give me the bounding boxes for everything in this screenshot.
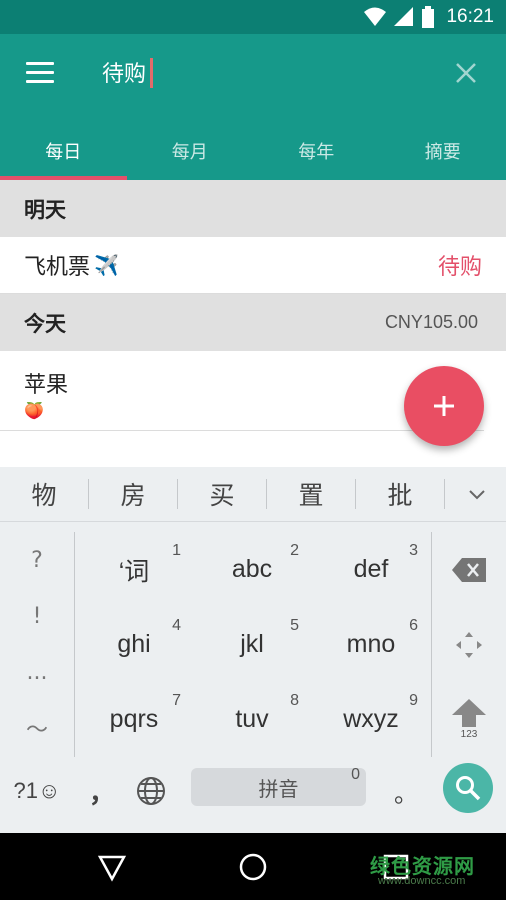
candidate-word[interactable]: 买 — [178, 476, 266, 512]
comma-key[interactable]: ， — [80, 759, 124, 823]
shift-arrow-icon — [452, 699, 486, 727]
key-number: 9 — [409, 692, 418, 709]
candidate-word[interactable]: 房 — [89, 476, 177, 512]
key-number: 8 — [290, 692, 299, 709]
item-name: 飞机票 — [24, 255, 91, 280]
search-icon — [456, 776, 481, 801]
key-number: 2 — [290, 542, 299, 559]
globe-key[interactable] — [126, 759, 176, 823]
section-title: 今天 — [24, 311, 66, 336]
tab-monthly[interactable]: 每月 — [127, 122, 254, 180]
signal-icon — [394, 7, 414, 26]
backspace-key[interactable] — [432, 532, 506, 607]
key-5[interactable]: jkl 5 — [193, 607, 311, 682]
watermark: 绿色资源网 www.downcc.com — [370, 850, 506, 900]
candidate-word[interactable]: 物 — [0, 476, 88, 512]
add-button[interactable] — [404, 366, 484, 446]
key-3[interactable]: def 3 — [312, 532, 430, 607]
key-4[interactable]: ghi 4 — [75, 607, 193, 682]
search-key[interactable] — [443, 763, 493, 813]
key-number: 6 — [409, 617, 418, 634]
space-label: 拼音 — [258, 776, 299, 801]
candidate-word[interactable]: 置 — [267, 476, 355, 512]
key-label: ‘词 — [118, 557, 150, 586]
keyboard-bottom-row: ?1☺ ， 拼音 0 。 — [0, 759, 506, 823]
globe-icon — [137, 777, 165, 805]
symbols-key[interactable]: ?1☺ — [6, 759, 68, 823]
candidate-bar: 物 房 买 置 批 — [0, 467, 506, 522]
key-8[interactable]: tuv 8 — [193, 682, 311, 757]
watermark-url: www.downcc.com — [378, 875, 466, 887]
move-arrows-icon — [456, 631, 482, 658]
key-label: jkl — [240, 630, 264, 658]
key-label: ghi — [117, 630, 151, 658]
item-name: 苹果 — [24, 373, 69, 398]
key-number: 3 — [409, 542, 418, 559]
key-2[interactable]: abc 2 — [193, 532, 311, 607]
search-input[interactable]: 待购 — [102, 56, 146, 88]
tab-bar: 每日 每月 每年 摘要 — [0, 122, 506, 180]
status-bar: 16:21 — [0, 0, 506, 34]
key-number: 5 — [290, 617, 299, 634]
tab-summary[interactable]: 摘要 — [380, 122, 506, 180]
symbol-key[interactable]: ! — [0, 588, 74, 644]
close-icon[interactable] — [454, 61, 478, 85]
status-time: 16:21 — [446, 6, 494, 27]
key-number: 4 — [172, 617, 181, 634]
app-toolbar: 待购 每日 每月 每年 摘要 — [0, 34, 506, 180]
back-icon[interactable] — [96, 851, 128, 883]
key-label: tuv — [235, 705, 269, 733]
home-icon[interactable] — [237, 851, 269, 883]
tab-daily[interactable]: 每日 — [0, 122, 127, 180]
shift-key[interactable]: 123 — [432, 682, 506, 757]
key-label: wxyz — [343, 705, 399, 733]
backspace-icon — [452, 557, 486, 582]
section-header: 明天 — [0, 180, 506, 237]
battery-icon — [422, 6, 435, 28]
menu-icon[interactable] — [26, 62, 54, 84]
airplane-icon: ✈️ — [94, 253, 119, 277]
key-7[interactable]: pqrs 7 — [75, 682, 193, 757]
key-label: abc — [231, 555, 273, 583]
key-1[interactable]: ‘词 1 — [75, 532, 193, 607]
item-name-wrap: 飞机票 ✈️ — [24, 249, 119, 281]
status-icons: 16:21 — [364, 6, 494, 28]
symbol-key[interactable]: ～ — [0, 700, 74, 756]
section-title: 明天 — [24, 197, 66, 222]
plus-icon — [434, 396, 454, 416]
shift-sublabel: 123 — [460, 729, 478, 740]
key-9[interactable]: wxyz 9 — [312, 682, 430, 757]
section-total: CNY105.00 — [384, 312, 478, 332]
period-key[interactable]: 。 — [384, 759, 428, 823]
wifi-icon — [364, 7, 387, 26]
symbol-key[interactable]: ? — [0, 532, 74, 588]
ime-keyboard: 物 房 买 置 批 ? ! ... ～ ‘词 1 abc 2 def 3 ghi 4 j… — [0, 467, 506, 833]
symbol-column: ? ! ... ～ — [0, 532, 74, 757]
tab-yearly[interactable]: 每年 — [253, 122, 380, 180]
item-status: 待购 — [437, 255, 482, 280]
symbol-key[interactable]: ... — [0, 644, 74, 700]
key-6[interactable]: mno 6 — [312, 607, 430, 682]
space-number: 0 — [351, 766, 360, 783]
candidate-divider — [444, 479, 445, 509]
key-label: mno — [346, 630, 396, 658]
key-label: def — [353, 555, 389, 583]
chevron-down-icon[interactable] — [466, 483, 488, 505]
key-label: pqrs — [109, 705, 159, 733]
candidate-word[interactable]: 批 — [356, 476, 444, 512]
space-key[interactable]: 拼音 0 — [191, 766, 366, 806]
text-cursor — [150, 58, 153, 88]
list-item[interactable]: 飞机票 ✈️ 待购 — [0, 237, 506, 294]
section-header: 今天 CNY105.00 — [0, 294, 506, 351]
peach-icon: 🍑 — [24, 401, 44, 420]
key-number: 7 — [172, 692, 181, 709]
key-number: 1 — [172, 542, 181, 559]
cursor-move-key[interactable] — [432, 607, 506, 682]
